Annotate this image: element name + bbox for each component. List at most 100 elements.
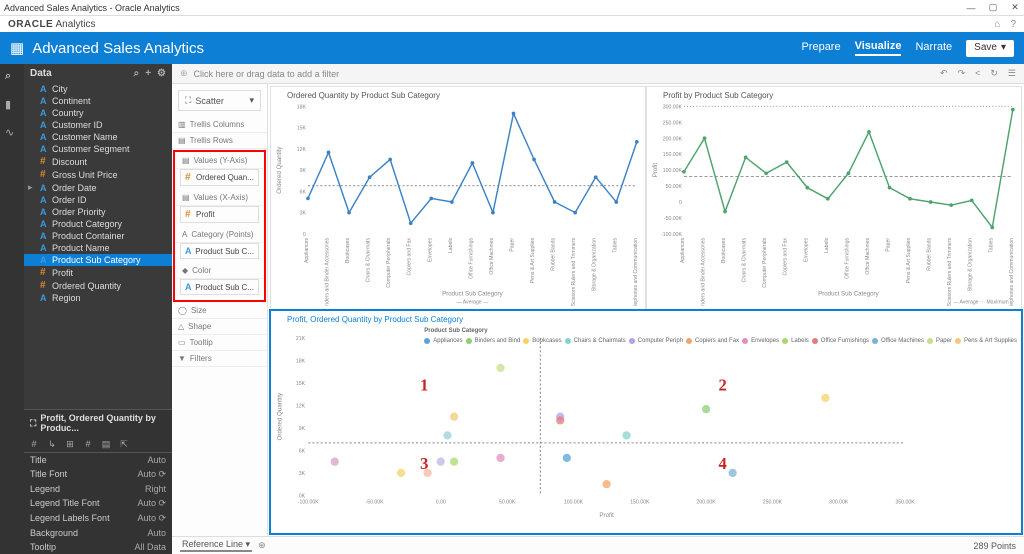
close-icon[interactable]: ✕ — [1010, 3, 1020, 13]
app-header: ▦ Advanced Sales Analytics Prepare Visua… — [0, 32, 1024, 64]
refresh-icon[interactable]: ↻ — [990, 68, 998, 79]
shelf-trellis-columns[interactable]: ▥Trellis Columns — [172, 117, 267, 133]
canvas-area: ⊕ Click here or drag data to add a filte… — [172, 64, 1024, 554]
shelf-category[interactable]: ACategory (Points) — [176, 227, 263, 243]
search-data-icon[interactable]: ⌕ — [5, 70, 19, 84]
data-item[interactable]: AProduct Name — [24, 242, 172, 254]
property-row[interactable]: Title FontAuto ⟳ — [24, 467, 172, 482]
shelf-values-y[interactable]: ▤Values (Y-Axis) — [176, 153, 263, 169]
viz-type-selector[interactable]: ⛶Scatter ▾ — [178, 90, 261, 111]
tab-visualize[interactable]: Visualize — [855, 40, 902, 56]
prop-tab-date[interactable]: ▤ — [100, 438, 112, 450]
svg-text:Tables: Tables — [988, 238, 994, 253]
shelf-values-x[interactable]: ▤Values (X-Axis) — [176, 190, 263, 206]
shelf-trellis-rows[interactable]: ▤Trellis Rows — [172, 133, 267, 149]
svg-text:350.00K: 350.00K — [895, 500, 915, 506]
shelf-values-x-value[interactable]: #Profit — [180, 206, 259, 223]
data-item[interactable]: #Discount — [24, 155, 172, 168]
add-canvas-icon[interactable]: ⊕ — [258, 540, 266, 551]
analytics-icon[interactable]: ∿ — [5, 126, 19, 140]
data-item[interactable]: AOrder Priority — [24, 206, 172, 218]
property-row[interactable]: LegendRight — [24, 482, 172, 496]
prop-tab-edge[interactable]: ↳ — [46, 438, 58, 450]
data-item[interactable]: #Ordered Quantity — [24, 279, 172, 292]
data-item[interactable]: ACustomer Name — [24, 131, 172, 143]
shelf-color[interactable]: ◆Color — [176, 263, 263, 279]
prop-tab-general[interactable]: # — [28, 438, 40, 450]
add-icon[interactable]: + — [145, 68, 151, 79]
add-filter-icon[interactable]: ⊕ — [180, 68, 188, 79]
svg-text:1: 1 — [420, 375, 428, 394]
help-icon[interactable]: ? — [1010, 19, 1016, 30]
canvas-tab[interactable]: Reference Line ▾ — [180, 539, 252, 552]
svg-text:250.00K: 250.00K — [763, 500, 783, 506]
svg-text:Storage & Organization: Storage & Organization — [592, 238, 598, 291]
property-row[interactable]: BackgroundAuto — [24, 526, 172, 540]
redo-icon[interactable]: ↷ — [958, 68, 966, 79]
property-row[interactable]: TitleAuto — [24, 453, 172, 467]
tab-prepare[interactable]: Prepare — [801, 41, 840, 55]
shelf-filters[interactable]: ▼Filters — [172, 351, 267, 367]
svg-text:21K: 21K — [296, 336, 306, 342]
svg-text:15K: 15K — [297, 126, 307, 132]
shelf-color-value[interactable]: AProduct Sub C... — [180, 279, 259, 295]
svg-text:100.00K: 100.00K — [564, 500, 584, 506]
chart-scatter[interactable]: Profit, Ordered Quantity by Product Sub … — [270, 310, 1022, 534]
maximize-icon[interactable]: ▢ — [988, 3, 998, 13]
data-item[interactable]: ▸AOrder Date — [24, 181, 172, 194]
svg-text:— Average ··· Maximum: — Average ··· Maximum — [953, 300, 1008, 306]
share-icon[interactable]: < — [975, 68, 980, 79]
tab-narrate[interactable]: Narrate — [915, 41, 952, 55]
prop-tab-axis[interactable]: ⊞ — [64, 438, 76, 450]
data-item[interactable]: AProduct Container — [24, 230, 172, 242]
property-row[interactable]: TooltipAll Data — [24, 540, 172, 554]
svg-text:-50.00K: -50.00K — [664, 216, 683, 222]
data-item[interactable]: AOrder ID — [24, 194, 172, 206]
chart-ordered-qty[interactable]: Ordered Quantity by Product Sub Category… — [270, 86, 646, 310]
home-icon[interactable]: ⌂ — [994, 19, 1000, 30]
brand-bar: ORACLE Analytics ⌂ ? — [0, 16, 1024, 32]
prop-tab-action[interactable]: ⇱ — [118, 438, 130, 450]
page-title: Advanced Sales Analytics — [32, 40, 204, 57]
data-item[interactable]: ACustomer ID — [24, 119, 172, 131]
shelf-values-y-value[interactable]: #Ordered Quan... — [180, 169, 259, 186]
bar-chart-icon[interactable]: ▮ — [5, 98, 19, 112]
data-item[interactable]: ACity — [24, 83, 172, 95]
property-row[interactable]: Legend Labels FontAuto ⟳ — [24, 511, 172, 526]
shelf-tooltip[interactable]: ▭Tooltip — [172, 335, 267, 351]
search-icon[interactable]: ⌕ — [134, 68, 140, 79]
gear-icon[interactable]: ⚙ — [157, 68, 166, 79]
svg-text:15K: 15K — [296, 381, 306, 387]
svg-text:6K: 6K — [299, 448, 306, 454]
data-item[interactable]: #Gross Unit Price — [24, 168, 172, 181]
data-item[interactable]: AProduct Sub Category — [24, 254, 172, 266]
viz-grid-icon[interactable]: ▦ — [10, 39, 24, 57]
shelf-size[interactable]: ◯Size — [172, 303, 267, 319]
svg-text:Envelopes: Envelopes — [427, 238, 433, 262]
filter-hint[interactable]: Click here or drag data to add a filter — [194, 69, 340, 79]
chart-profit[interactable]: Profit by Product Sub Category -100.00K-… — [646, 86, 1022, 310]
menu-icon[interactable]: ☰ — [1008, 68, 1016, 79]
svg-text:Telephones and Communication: Telephones and Communication — [1009, 238, 1015, 306]
data-item[interactable]: AProduct Category — [24, 218, 172, 230]
property-row[interactable]: Legend Title FontAuto ⟳ — [24, 496, 172, 511]
data-item[interactable]: ACustomer Segment — [24, 143, 172, 155]
svg-text:Ordered Quantity: Ordered Quantity — [276, 146, 283, 194]
data-item[interactable]: ACountry — [24, 107, 172, 119]
shelf-shape[interactable]: △Shape — [172, 319, 267, 335]
svg-text:12K: 12K — [297, 147, 307, 153]
data-item[interactable]: ARegion — [24, 292, 172, 304]
svg-text:50.00K: 50.00K — [666, 184, 683, 190]
grammar-highlight-box: ▤Values (Y-Axis) #Ordered Quan... ▤Value… — [173, 150, 266, 302]
svg-text:18K: 18K — [296, 358, 306, 364]
data-item[interactable]: #Profit — [24, 266, 172, 279]
undo-icon[interactable]: ↶ — [940, 68, 948, 79]
prop-tab-values[interactable]: # — [82, 438, 94, 450]
minimize-icon[interactable]: — — [966, 3, 976, 13]
svg-text:50.00K: 50.00K — [499, 500, 516, 506]
svg-text:Scissors Rulers and Trimmers: Scissors Rulers and Trimmers — [571, 238, 577, 306]
save-button[interactable]: Save▾ — [966, 40, 1014, 57]
point-count: 289 Points — [973, 541, 1016, 551]
data-item[interactable]: AContinent — [24, 95, 172, 107]
shelf-category-value[interactable]: AProduct Sub C... — [180, 243, 259, 259]
